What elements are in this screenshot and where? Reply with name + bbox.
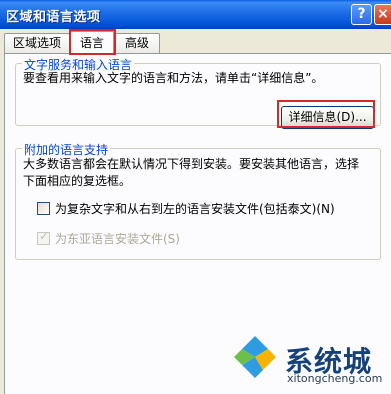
supplemental-description-line2: 下面相应的复选框。 bbox=[23, 174, 132, 188]
title-bar: 区域和语言选项 ? × bbox=[0, 0, 391, 29]
close-button[interactable]: × bbox=[374, 4, 391, 25]
supplemental-language-group: 附加的语言支持 大多数语言都会在默认情况下得到安装。要安装其他语言，选择 下面相… bbox=[15, 141, 381, 260]
help-button[interactable]: ? bbox=[351, 4, 372, 25]
east-asian-option: ✓ 为东亚语言安装文件(S) bbox=[37, 229, 180, 247]
window-title: 区域和语言选项 bbox=[6, 10, 101, 25]
supplemental-description-line1: 大多数语言都会在默认情况下得到安装。要安装其他语言，选择 bbox=[23, 157, 360, 171]
tab-advanced[interactable]: 高级 bbox=[114, 33, 160, 53]
text-services-description: 要查看用来输入文字的语言和方法，请单击“详细信息”。 bbox=[23, 71, 324, 85]
text-services-group: 文字服务和输入语言 要查看用来输入文字的语言和方法，请单击“详细信息”。 详细信… bbox=[15, 56, 381, 129]
complex-script-option[interactable]: 为复杂文字和从右到左的语言安装文件(包括泰文)(N) bbox=[37, 200, 335, 217]
tab-region-options[interactable]: 区域选项 bbox=[4, 33, 70, 53]
east-asian-label: 为东亚语言安装文件(S) bbox=[55, 232, 180, 246]
complex-script-label: 为复杂文字和从右到左的语言安装文件(包括泰文)(N) bbox=[55, 202, 335, 216]
watermark-logo-icon bbox=[234, 336, 276, 378]
tab-languages[interactable]: 语言 bbox=[70, 30, 114, 54]
details-button[interactable]: 详细信息(D)... bbox=[281, 106, 374, 129]
east-asian-checkbox: ✓ bbox=[37, 229, 50, 245]
watermark-url: xitongcheng.com bbox=[287, 372, 383, 385]
complex-script-checkbox[interactable] bbox=[37, 202, 50, 215]
